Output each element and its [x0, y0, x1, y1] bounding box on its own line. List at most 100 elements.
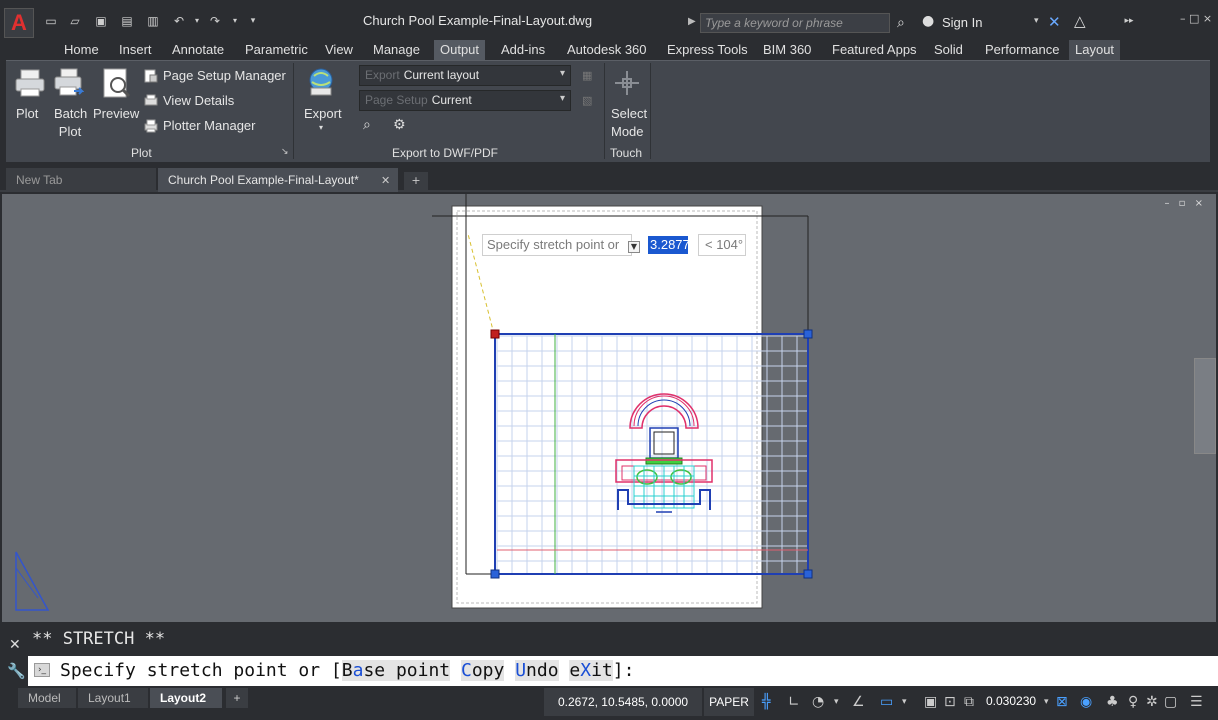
tab-bim-360[interactable]: BIM 360 [757, 40, 817, 60]
save-icon[interactable]: ▣ [94, 14, 108, 28]
isodraft-icon[interactable]: ∠ [852, 694, 865, 710]
a360-icon[interactable]: △ [1074, 12, 1086, 30]
export-preview-icon[interactable]: ⌕ [363, 117, 371, 133]
annotation-scale-icon[interactable]: ⊠ [1056, 694, 1068, 710]
redo-dropdown-icon[interactable]: ▾ [228, 14, 242, 28]
customization-menu-icon[interactable]: ☰ [1190, 694, 1203, 710]
panel-dialog-launcher-icon[interactable]: ↘ [281, 147, 289, 157]
chevron-down-icon[interactable]: ▾ [1044, 697, 1049, 707]
chevron-down-icon[interactable]: ▾ [1034, 16, 1039, 26]
undo-dropdown-icon[interactable]: ▾ [190, 14, 204, 28]
undo-icon[interactable]: ↶ [172, 14, 186, 28]
customize-toolbar-icon[interactable]: ▾ [246, 14, 260, 28]
sign-in-link[interactable]: Sign In [942, 15, 982, 30]
batch-plot-icon[interactable] [52, 67, 84, 99]
object-snap-icon[interactable]: ▭ [880, 694, 893, 710]
tab-layout[interactable]: Layout [1069, 40, 1121, 60]
tab-add-ins[interactable]: Add-ins [495, 40, 551, 60]
export-icon[interactable] [305, 66, 337, 98]
batch-plot-label-line2[interactable]: Plot [54, 123, 86, 140]
redo-icon[interactable]: ↷ [208, 14, 222, 28]
maximize-viewport-icon[interactable]: ⧉ [964, 694, 974, 710]
navigation-bar[interactable] [1194, 358, 1216, 454]
export-combo[interactable]: Export Current layout ▾ [359, 65, 571, 86]
search-expand-icon[interactable]: ▶ [688, 16, 696, 27]
option-undo[interactable]: Undo [515, 660, 559, 681]
tab-layout1[interactable]: Layout1 [78, 688, 148, 708]
tab-layout2[interactable]: Layout2 [150, 688, 222, 708]
expand-toolbar-icon[interactable]: ▸▸ [1122, 14, 1136, 28]
chevron-down-icon[interactable]: ▾ [902, 697, 907, 707]
preview-icon[interactable] [100, 67, 132, 99]
print-icon[interactable]: ▥ [146, 14, 160, 28]
command-prompt-icon[interactable]: ›_ [34, 663, 50, 677]
page-setup-manager-button[interactable]: Page Setup Manager [144, 68, 286, 83]
tab-home[interactable]: Home [58, 40, 105, 60]
viewport-icon[interactable]: ▣ [924, 694, 937, 710]
polar-tracking-icon[interactable]: ◔ [812, 694, 824, 710]
close-icon[interactable]: ✕ [381, 174, 390, 187]
page-setup-combo[interactable]: Page Setup Current ▾ [359, 90, 571, 111]
paper-space-toggle[interactable]: PAPER [704, 688, 754, 716]
workspace-icon[interactable]: ◉ [1080, 694, 1092, 710]
export-options-icon[interactable]: ⚙ [393, 117, 406, 133]
wrench-icon[interactable]: 🔧 [7, 662, 26, 680]
tab-express-tools[interactable]: Express Tools [661, 40, 754, 60]
window-controls-icon[interactable]: – □ × [1180, 12, 1212, 25]
viewport-scale[interactable]: 0.030230 [986, 694, 1036, 708]
select-mode-label-line1[interactable]: Select [611, 105, 647, 122]
dynamic-input-angle[interactable]: < 104° [698, 234, 746, 256]
plot-button-label[interactable]: Plot [16, 105, 38, 122]
tab-insert[interactable]: Insert [113, 40, 158, 60]
chevron-down-icon[interactable]: ▾ [834, 697, 839, 707]
export-button-label[interactable]: Export [304, 105, 342, 122]
view-details-button[interactable]: View Details [144, 93, 234, 108]
tab-model[interactable]: Model [18, 688, 76, 708]
grip[interactable] [803, 569, 813, 579]
active-document-tab[interactable]: Church Pool Example-Final-Layout* [158, 168, 398, 192]
tab-manage[interactable]: Manage [367, 40, 426, 60]
option-exit[interactable]: eXit [569, 660, 613, 681]
batch-plot-label-line1[interactable]: Batch [54, 105, 87, 122]
application-menu-button[interactable]: A [4, 8, 34, 38]
tab-autodesk-360[interactable]: Autodesk 360 [561, 40, 653, 60]
export-settings-icon[interactable]: ▦ [582, 69, 592, 82]
ortho-icon[interactable]: ∟ [788, 694, 800, 710]
save-as-icon[interactable]: ▤ [120, 14, 134, 28]
exchange-apps-icon[interactable]: ✕ [1048, 13, 1061, 31]
select-mode-label-line2[interactable]: Mode [611, 123, 644, 140]
new-file-icon[interactable]: ▭ [44, 14, 58, 28]
select-mode-icon[interactable] [611, 68, 643, 100]
tab-parametric[interactable]: Parametric [239, 40, 314, 60]
user-icon[interactable]: ● [922, 13, 934, 29]
grip[interactable] [803, 329, 813, 339]
command-line-input[interactable]: Specify stretch point or [Base point Cop… [28, 656, 1218, 686]
hot-grip[interactable] [490, 329, 500, 339]
plot-icon[interactable] [14, 67, 46, 99]
new-tab[interactable]: New Tab [6, 168, 156, 192]
search-input[interactable]: Type a keyword or phrase [700, 13, 890, 33]
export-dropdown-icon[interactable]: ▾ [319, 123, 323, 132]
option-base-point[interactable]: Base point [341, 660, 451, 681]
tab-featured-apps[interactable]: Featured Apps [826, 40, 923, 60]
snap-icon[interactable]: ╬ [762, 694, 770, 710]
close-icon[interactable]: ✕ [9, 637, 21, 653]
coordinates-readout[interactable]: 0.2672, 10.5485, 0.0000 [544, 688, 702, 716]
option-copy[interactable]: Copy [461, 660, 505, 681]
grip[interactable] [490, 569, 500, 579]
tab-annotate[interactable]: Annotate [166, 40, 230, 60]
chevron-down-icon[interactable]: ▾ [560, 68, 565, 79]
preview-button-label[interactable]: Preview [93, 105, 139, 122]
dynamic-input-options-icon[interactable]: ▼ [628, 241, 640, 253]
binoculars-icon[interactable]: ⌕ [897, 15, 905, 31]
tab-output[interactable]: Output [434, 40, 486, 60]
annotation-monitor-icon[interactable]: ♣ [1106, 694, 1119, 710]
add-layout-icon[interactable]: + [226, 688, 248, 708]
settings-icon[interactable]: ✲ [1146, 694, 1158, 710]
chevron-down-icon[interactable]: ▾ [560, 93, 565, 104]
clean-screen-icon[interactable]: ▢ [1164, 694, 1177, 710]
tab-performance[interactable]: Performance [979, 40, 1065, 60]
units-icon[interactable]: ♀ [1128, 694, 1138, 710]
plotter-manager-button[interactable]: Plotter Manager [144, 118, 256, 133]
dynamic-input-value[interactable]: 3.2877 [648, 236, 690, 254]
